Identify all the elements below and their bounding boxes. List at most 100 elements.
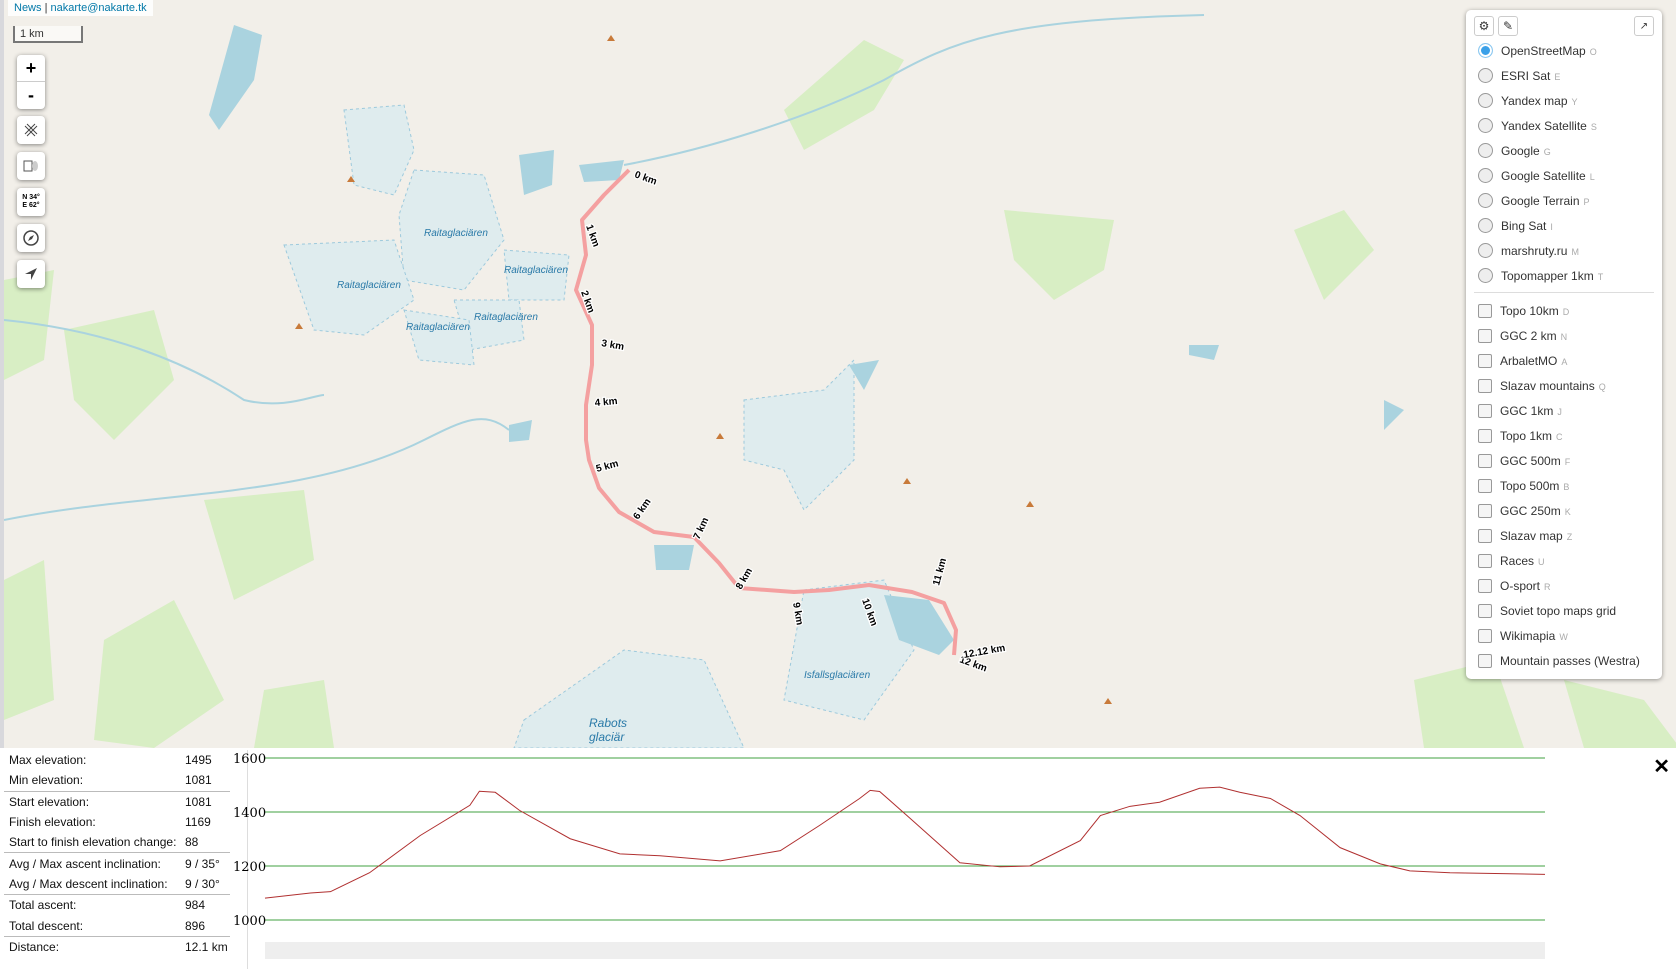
hotkey: S (1590, 121, 1597, 132)
hotkey: T (1597, 271, 1604, 282)
layer-item[interactable]: Topomapper 1km T (1474, 263, 1654, 288)
map[interactable]: Raitaglaciären Raitaglaciären Raitaglaci… (0, 0, 1676, 748)
edit-button[interactable]: ✎ (1498, 16, 1518, 36)
layer-item[interactable]: Yandex Satellite S (1474, 113, 1654, 138)
overlay-item[interactable]: Topo 1km C (1474, 423, 1654, 448)
overlay-item[interactable]: Mountain passes (Westra) (1474, 648, 1654, 673)
overlay-item[interactable]: Slazav mountains Q (1474, 373, 1654, 398)
layer-radio[interactable] (1478, 143, 1493, 158)
stat-label: Max elevation: (9, 753, 87, 768)
overlay-item[interactable]: ArbaletMO A (1474, 348, 1654, 373)
layer-item[interactable]: Google Satellite L (1474, 163, 1654, 188)
layer-radio[interactable] (1478, 218, 1493, 233)
svg-text:Raitaglaciären: Raitaglaciären (337, 280, 401, 291)
layer-item[interactable]: OpenStreetMap O (1474, 38, 1654, 63)
overlay-checkbox[interactable] (1478, 528, 1492, 543)
compass-icon (23, 230, 39, 246)
overlay-item[interactable]: O-sport R (1474, 573, 1654, 598)
settings-button[interactable]: ⚙ (1474, 16, 1494, 36)
svg-text:Rabots: Rabots (589, 716, 627, 730)
overlay-label: Mountain passes (Westra) (1500, 653, 1640, 668)
overlay-checkbox[interactable] (1478, 328, 1492, 343)
overlay-label: Slazav map (1500, 528, 1563, 543)
layer-label: Google (1501, 143, 1540, 158)
zoom-in-button[interactable]: + (17, 55, 45, 82)
stat-row: Min elevation: 1081 (4, 770, 247, 790)
layer-item[interactable]: Google Terrain P (1474, 188, 1654, 213)
hotkey: K (1564, 506, 1571, 517)
collapse-button[interactable]: ↗ (1634, 16, 1654, 36)
overlay-item[interactable]: Wikimapia W (1474, 623, 1654, 648)
overlay-item[interactable]: GGC 500m F (1474, 448, 1654, 473)
overlay-item[interactable]: GGC 2 km N (1474, 323, 1654, 348)
layer-radio[interactable] (1478, 43, 1493, 58)
overlay-label: GGC 2 km (1500, 328, 1557, 343)
layer-radio[interactable] (1478, 93, 1493, 108)
overlay-checkbox[interactable] (1478, 403, 1492, 418)
layer-label: ESRI Sat (1501, 68, 1551, 83)
layer-radio[interactable] (1478, 193, 1493, 208)
y-tick-label: 1400 (233, 806, 266, 821)
overlay-item[interactable]: Topo 10km D (1474, 298, 1654, 323)
layer-item[interactable]: ESRI Sat E (1474, 63, 1654, 88)
hotkey: M (1571, 246, 1579, 257)
overlay-checkbox[interactable] (1478, 603, 1492, 618)
locate-button[interactable] (17, 260, 45, 288)
layer-radio[interactable] (1478, 118, 1493, 133)
layer-item[interactable]: Yandex map Y (1474, 88, 1654, 113)
hotkey: Y (1571, 96, 1578, 107)
overlay-checkbox[interactable] (1478, 628, 1492, 643)
hotkey: E (1554, 71, 1561, 82)
overlay-checkbox[interactable] (1478, 478, 1492, 493)
hotkey: D (1562, 306, 1570, 317)
layer-radio[interactable] (1478, 168, 1493, 183)
layer-radio[interactable] (1478, 268, 1493, 283)
elevation-profile[interactable]: 1600 1400 1200 1000 ✕ (233, 750, 1676, 969)
overlay-checkbox[interactable] (1478, 578, 1492, 593)
profile-scrollbar[interactable] (265, 942, 1545, 959)
coordinates-button[interactable]: N 34° E 62° (17, 188, 45, 216)
pencil-icon: ✎ (1502, 19, 1514, 33)
overlay-item[interactable]: Races U (1474, 548, 1654, 573)
overlay-checkbox[interactable] (1478, 503, 1492, 518)
zoom-out-button[interactable]: - (17, 82, 45, 109)
svg-text:3 km: 3 km (600, 338, 624, 353)
print-icon (23, 160, 38, 172)
elevation-line (264, 786, 1546, 899)
overlay-label: GGC 500m (1500, 453, 1561, 468)
close-profile-button[interactable]: ✕ (1653, 754, 1670, 779)
layer-label: Yandex map (1501, 93, 1568, 108)
overlay-item[interactable]: Slazav map Z (1474, 523, 1654, 548)
arrow-up-right-icon: ↗ (1639, 20, 1649, 32)
overlay-checkbox[interactable] (1478, 553, 1492, 568)
news-link[interactable]: News (14, 2, 42, 14)
hotkey: Q (1598, 381, 1606, 392)
measure-button[interactable] (17, 116, 45, 144)
zoom-control: + - (17, 55, 45, 109)
layer-item[interactable]: Google G (1474, 138, 1654, 163)
overlay-checkbox[interactable] (1478, 378, 1492, 393)
stat-value: 9 / 30° (185, 876, 220, 891)
stat-value: 896 (185, 918, 206, 933)
layer-item[interactable]: marshruty.ru M (1474, 238, 1654, 263)
layer-item[interactable]: Bing Sat I (1474, 213, 1654, 238)
layer-radio[interactable] (1478, 68, 1493, 83)
hotkey: L (1589, 171, 1595, 182)
layer-radio[interactable] (1478, 243, 1493, 258)
overlay-checkbox[interactable] (1478, 353, 1492, 368)
compass-button[interactable] (17, 224, 45, 252)
overlay-label: Soviet topo maps grid (1500, 603, 1617, 618)
overlay-item[interactable]: Topo 500m B (1474, 473, 1654, 498)
overlay-checkbox[interactable] (1478, 653, 1492, 668)
stat-row: Start elevation: 1081 (4, 792, 247, 812)
overlay-label: Topo 500m (1500, 478, 1560, 493)
overlay-item[interactable]: GGC 1km J (1474, 398, 1654, 423)
overlay-checkbox[interactable] (1478, 303, 1492, 318)
overlay-checkbox[interactable] (1478, 428, 1492, 443)
overlay-item[interactable]: Soviet topo maps grid (1474, 598, 1654, 623)
overlay-item[interactable]: GGC 250m K (1474, 498, 1654, 523)
overlay-checkbox[interactable] (1478, 453, 1492, 468)
email-link[interactable]: nakarte@nakarte.tk (51, 2, 147, 14)
print-button[interactable] (17, 152, 45, 180)
svg-text:6 km: 6 km (631, 497, 653, 522)
